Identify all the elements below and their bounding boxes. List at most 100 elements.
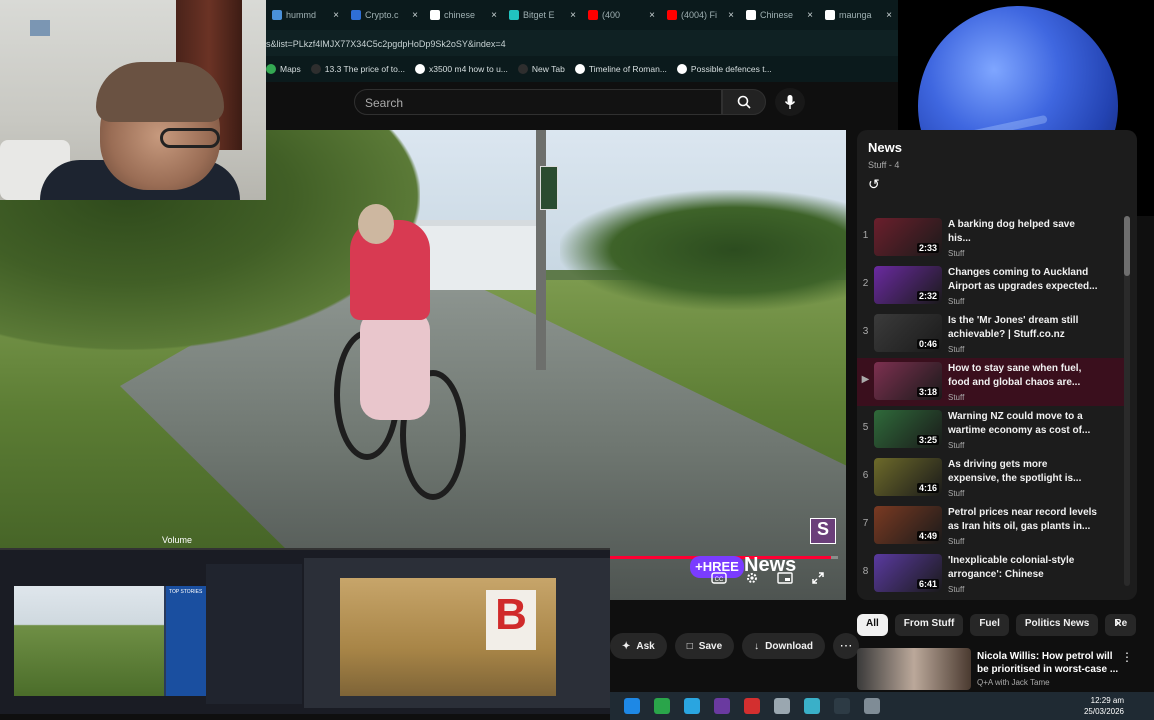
playlist-item-thumbnail[interactable]: 2:33 xyxy=(874,218,942,256)
filter-chip[interactable]: Fuel xyxy=(970,614,1009,636)
playlist-item[interactable]: 7 4:49 Petrol prices near record levels as… xyxy=(857,502,1125,550)
tab-label: chinese xyxy=(444,10,476,20)
playlist-item[interactable]: 5 3:25 Warning NZ could move to a wartime … xyxy=(857,406,1125,454)
close-icon[interactable]: × xyxy=(570,10,576,21)
playlist-item-title[interactable]: 'Inexplicable colonial-style arrogance':… xyxy=(948,554,1098,582)
more-vert-icon[interactable]: ⋮ xyxy=(1121,650,1133,664)
filter-chip[interactable]: Politics News xyxy=(1015,614,1099,636)
chevron-right-icon[interactable]: › xyxy=(1106,614,1128,636)
sparkle-icon: ✦ xyxy=(622,640,631,652)
taskbar-app-icon[interactable] xyxy=(864,698,880,714)
playlist-item-title[interactable]: How to stay sane when fuel, food and glo… xyxy=(948,362,1098,390)
close-icon[interactable]: × xyxy=(491,10,497,21)
taskbar-app-icon[interactable] xyxy=(714,698,730,714)
close-icon[interactable]: × xyxy=(412,10,418,21)
playlist-item-index: 1 xyxy=(862,230,869,241)
browser-tab[interactable]: Chinese × xyxy=(740,3,819,27)
bookmark-label: Possible defences t... xyxy=(690,64,772,74)
browser-tab[interactable]: hummd × xyxy=(266,3,345,27)
playlist-item-channel: Stuff xyxy=(948,297,965,306)
playlist-title[interactable]: News xyxy=(868,140,902,155)
browser-tab[interactable]: maunga × xyxy=(819,3,898,27)
tab-favicon-icon xyxy=(588,10,598,20)
playlist-item[interactable]: 1 2:33 A barking dog helped save his... Stu… xyxy=(857,214,1125,262)
more-options-button[interactable]: ⋯ xyxy=(832,633,859,659)
playlist-item-thumbnail[interactable]: 0:46 xyxy=(874,314,942,352)
playlist-item[interactable]: 8 6:41 'Inexplicable colonial-style arroga… xyxy=(857,550,1125,594)
playlist-item[interactable]: 2 2:32 Changes coming to Auckland Airport … xyxy=(857,262,1125,310)
recommended-channel[interactable]: Q+A with Jack Tame xyxy=(977,678,1050,687)
browser-tab[interactable]: (400 × xyxy=(582,3,661,27)
bookmark-item[interactable]: Timeline of Roman... xyxy=(574,64,667,74)
playlist-item-title[interactable]: Changes coming to Auckland Airport as up… xyxy=(948,266,1098,294)
bookmark-favicon-icon xyxy=(676,64,687,74)
taskbar-app-icon[interactable] xyxy=(624,698,640,714)
taskbar-app-icon[interactable] xyxy=(774,698,790,714)
miniplayer-button[interactable] xyxy=(774,568,796,588)
playlist-item-thumbnail[interactable]: 2:32 xyxy=(874,266,942,304)
browser-tab[interactable]: chinese × xyxy=(424,3,503,27)
browser-tab[interactable]: (4004) Fi × xyxy=(661,3,740,27)
loop-icon[interactable]: ↺ xyxy=(868,176,880,193)
playlist-item-title[interactable]: Petrol prices near record levels as Iran… xyxy=(948,506,1098,534)
fullscreen-button[interactable] xyxy=(807,568,829,588)
playlist-item-title[interactable]: As driving gets more expensive, the spot… xyxy=(948,458,1098,486)
bookmark-item[interactable]: 13.3 The price of to... xyxy=(310,64,405,74)
playlist-item[interactable]: ▶ 3:18 How to stay sane when fuel, food an… xyxy=(857,358,1125,406)
save-button[interactable]: □ Save xyxy=(674,633,735,659)
playlist-item-thumbnail[interactable]: 3:25 xyxy=(874,410,942,448)
close-icon[interactable]: × xyxy=(807,10,813,21)
filter-chip[interactable]: From Stuff xyxy=(894,614,964,636)
save-label: Save xyxy=(698,640,723,652)
playlist-item-thumbnail[interactable]: 3:18 xyxy=(874,362,942,400)
settings-button[interactable] xyxy=(741,568,763,588)
bookmarks-bar: Maps 13.3 The price of to... x3500 m4 how … xyxy=(266,56,898,82)
taskbar-app-icon[interactable] xyxy=(834,698,850,714)
close-icon[interactable]: × xyxy=(333,10,339,21)
clock-date: 25/03/2026 xyxy=(1083,707,1124,716)
bookmark-favicon-icon xyxy=(310,64,321,74)
taskbar-app-icon[interactable] xyxy=(744,698,760,714)
download-button[interactable]: ↓ Download xyxy=(742,633,825,659)
playlist-item-thumbnail[interactable]: 4:49 xyxy=(874,506,942,544)
bookmark-item[interactable]: x3500 m4 how to u... xyxy=(414,64,508,74)
playlist-item-thumbnail[interactable]: 4:16 xyxy=(874,458,942,496)
duration-badge: 3:18 xyxy=(916,387,939,397)
playlist-item-thumbnail[interactable]: 6:41 xyxy=(874,554,942,592)
recommended-title[interactable]: Nicola Willis: How petrol will be priori… xyxy=(977,650,1125,676)
bookmark-item[interactable]: Maps xyxy=(266,64,301,74)
playlist-item[interactable]: 3 0:46 Is the 'Mr Jones' dream still achie… xyxy=(857,310,1125,358)
search-input[interactable]: Search xyxy=(354,89,722,115)
voice-search-button[interactable] xyxy=(775,88,805,116)
playlist-item-title[interactable]: Is the 'Mr Jones' dream still achievable… xyxy=(948,314,1098,342)
close-icon[interactable]: × xyxy=(728,10,734,21)
recommended-thumbnail[interactable] xyxy=(857,648,971,690)
taskbar-app-icon[interactable] xyxy=(804,698,820,714)
playlist-item-title[interactable]: Warning NZ could move to a wartime econo… xyxy=(948,410,1098,438)
video-scene-tree xyxy=(560,190,846,310)
playlist-scrollbar[interactable] xyxy=(1124,216,1130,586)
search-button[interactable] xyxy=(722,89,766,115)
ask-button[interactable]: ✦ Ask xyxy=(610,633,667,659)
duration-badge: 0:46 xyxy=(916,339,939,349)
playlist-item-title[interactable]: A barking dog helped save his... xyxy=(948,218,1098,246)
taskbar-app-icon[interactable] xyxy=(654,698,670,714)
bookmark-item[interactable]: Possible defences t... xyxy=(676,64,772,74)
bookmark-item[interactable]: New Tab xyxy=(517,64,565,74)
scrollbar-thumb[interactable] xyxy=(1124,216,1130,276)
taskbar-app-icon[interactable] xyxy=(684,698,700,714)
tab-favicon-icon xyxy=(825,10,835,20)
preview-game-letter: B xyxy=(486,590,536,650)
video-player[interactable]: S +HREE News CC xyxy=(0,130,846,600)
address-bar[interactable]: s&list=PLkzf4lMJX77X34C5c2pgdpHoDp9Sk2oS… xyxy=(266,30,898,56)
close-icon[interactable]: × xyxy=(886,10,892,21)
captions-button[interactable]: CC xyxy=(708,568,730,588)
playlist-item[interactable]: 6 4:16 As driving gets more expensive, the… xyxy=(857,454,1125,502)
video-scene-rider-head xyxy=(358,204,394,244)
filter-chip[interactable]: All xyxy=(857,614,888,636)
recommended-video[interactable]: Nicola Willis: How petrol will be priori… xyxy=(857,648,1147,690)
close-icon[interactable]: × xyxy=(649,10,655,21)
browser-tab[interactable]: Crypto.c × xyxy=(345,3,424,27)
system-clock[interactable]: 12:29 am 25/03/2026 xyxy=(1084,695,1124,717)
browser-tab[interactable]: Bitget E × xyxy=(503,3,582,27)
